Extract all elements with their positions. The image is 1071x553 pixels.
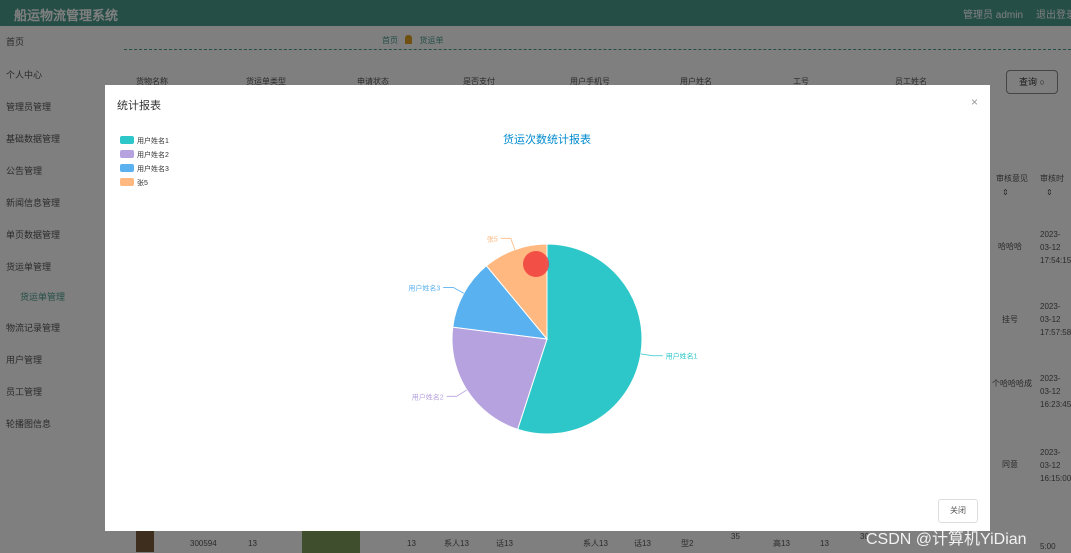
legend-label[interactable]: 张5 (137, 178, 148, 187)
watermark: CSDN @计算机YiDian (866, 531, 1027, 548)
legend-swatch[interactable] (120, 136, 134, 144)
close-button[interactable]: 关闭 (938, 499, 978, 523)
chart-legend: 用户姓名1 用户姓名2 用户姓名3 张5 (120, 136, 169, 187)
legend-label[interactable]: 用户姓名2 (137, 150, 169, 159)
legend-swatch[interactable] (120, 164, 134, 172)
pie-slices (451, 243, 643, 435)
close-button-label: 关闭 (950, 506, 966, 515)
legend-swatch[interactable] (120, 150, 134, 158)
legend-label[interactable]: 用户姓名1 (137, 136, 169, 145)
cursor-highlight-icon (523, 251, 549, 277)
pie-slice-label: 用户姓名1 (666, 352, 698, 361)
pie-chart: 货运次数统计报表 用户姓名1用户姓名2用户姓名3张5 用户姓名1用户姓名2用户姓… (120, 132, 698, 435)
legend-swatch[interactable] (120, 178, 134, 186)
legend-label[interactable]: 用户姓名3 (137, 164, 169, 173)
stats-report-dialog: 统计报表 × 货运次数统计报表 用户姓名1 用户姓名2 用户姓名3 张5 用户姓名1 用… (105, 85, 990, 531)
pie-label-line (640, 353, 663, 357)
pie-slice-label: 用户姓名3 (408, 283, 440, 292)
pie-slice-label: 张5 (487, 234, 498, 243)
pie-label-line (500, 237, 516, 250)
pie-label-line (443, 287, 464, 294)
pie-label-line (446, 389, 468, 397)
chart-title: 货运次数统计报表 (503, 132, 591, 146)
pie-slice-label: 用户姓名2 (412, 392, 444, 401)
